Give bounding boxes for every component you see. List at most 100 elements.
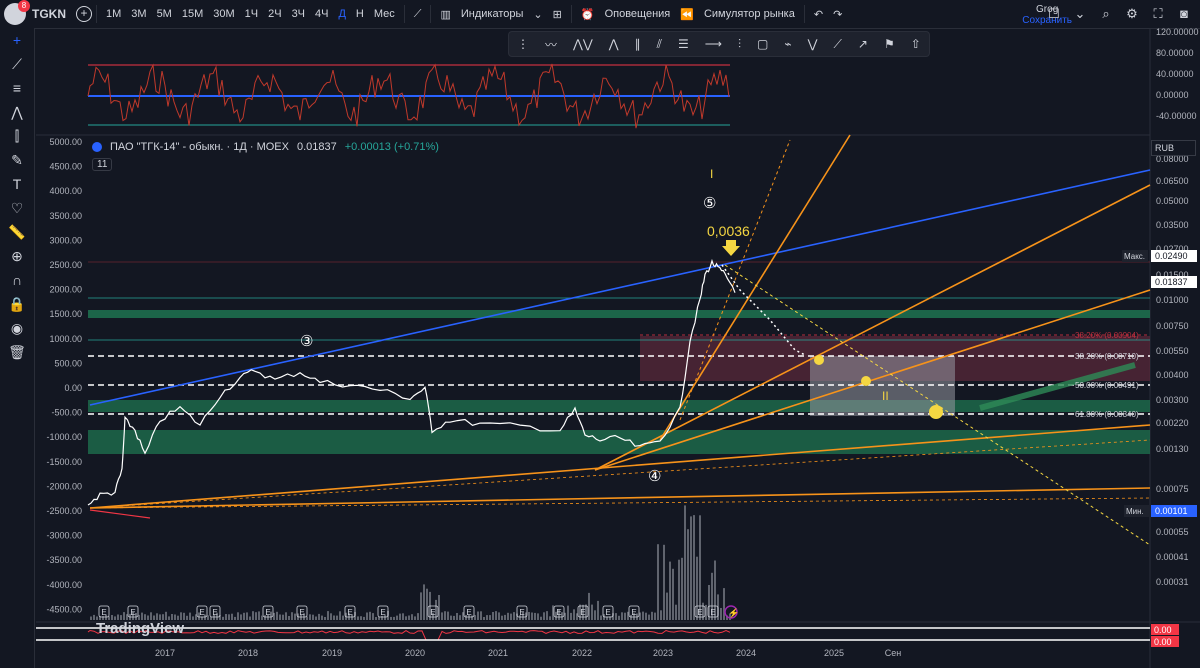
tf-month[interactable]: Мес bbox=[369, 8, 400, 20]
tf-1h[interactable]: 1Ч bbox=[240, 8, 263, 20]
volume-bar bbox=[366, 612, 368, 620]
fib-tool-icon[interactable]: ≡ bbox=[0, 76, 34, 100]
tf-3m[interactable]: 3М bbox=[126, 8, 151, 20]
volume-bar bbox=[621, 612, 623, 620]
volume-bar bbox=[603, 614, 605, 620]
fullscreen-icon[interactable]: ⛶ bbox=[1148, 4, 1168, 24]
last-price-tag: 0.01837 bbox=[1155, 277, 1188, 287]
fib-retracement-icon[interactable]: ☰ bbox=[678, 37, 689, 51]
tf-30m[interactable]: 30М bbox=[208, 8, 239, 20]
flag-icon[interactable]: ⚑ bbox=[884, 37, 895, 51]
heart-icon[interactable]: ♡ bbox=[0, 196, 34, 220]
elliott-wave-icon[interactable]: ⋀ bbox=[609, 37, 619, 51]
rectangle-icon[interactable]: ▢ bbox=[757, 37, 768, 51]
layouts-grid-icon[interactable]: ⊞ bbox=[548, 8, 567, 21]
earnings-marker-icon bbox=[127, 605, 139, 618]
earnings-glyph: E bbox=[265, 608, 270, 617]
settings-gear-icon[interactable]: ⚙ bbox=[1122, 4, 1142, 24]
tf-week[interactable]: Н bbox=[351, 8, 369, 20]
magnet-icon[interactable]: ∩ bbox=[0, 268, 34, 292]
tf-2h[interactable]: 2Ч bbox=[263, 8, 286, 20]
compare-plus-icon[interactable]: + bbox=[76, 6, 92, 22]
parallel-channel-icon[interactable]: ⫶ bbox=[738, 37, 741, 52]
undo-icon[interactable]: ↶ bbox=[809, 8, 828, 21]
alarm-clock-icon[interactable]: ⏰ bbox=[576, 8, 600, 21]
ruler-icon[interactable]: 📏 bbox=[0, 220, 34, 244]
volume-bar bbox=[231, 613, 233, 620]
horizontal-ray-icon[interactable]: ⟶ bbox=[705, 37, 722, 51]
earnings-glyph: E bbox=[380, 608, 385, 617]
indicators-icon[interactable]: ▥ bbox=[435, 8, 455, 21]
tf-1m[interactable]: 1М bbox=[101, 8, 126, 20]
wave-pattern-icon[interactable]: 〰 bbox=[545, 36, 557, 53]
volume-bar bbox=[561, 612, 563, 620]
zoom-in-icon[interactable]: ⊕ bbox=[0, 244, 34, 268]
pitchfork-icon[interactable]: ⫽ bbox=[657, 37, 662, 52]
volume-bar bbox=[270, 611, 272, 620]
chevron-down-icon[interactable]: ⌄ bbox=[1070, 4, 1090, 24]
volume-bar bbox=[351, 614, 353, 620]
right-axis-tick: 0.00041 bbox=[1156, 552, 1189, 562]
quick-search-icon[interactable]: ⌕ bbox=[1096, 4, 1116, 24]
path-icon[interactable]: ⌁ bbox=[784, 37, 791, 51]
forecast-icon[interactable]: ⫿ bbox=[0, 124, 34, 148]
currency-selector[interactable]: RUB bbox=[1151, 140, 1196, 156]
earnings-markers: EEEEEEEEEEEEEEEEE bbox=[98, 605, 719, 618]
max-value-tag: 0.02490 bbox=[1155, 251, 1188, 261]
volume-bar bbox=[708, 585, 710, 620]
replay-button[interactable]: Симулятор рынка bbox=[699, 8, 800, 20]
redo-icon[interactable]: ↷ bbox=[828, 8, 847, 21]
lock-icon[interactable]: 🔒 bbox=[0, 292, 34, 316]
earnings-marker-icon bbox=[577, 605, 589, 618]
volume-bar bbox=[504, 614, 506, 620]
volume-bar bbox=[321, 615, 323, 620]
tf-3h[interactable]: 3Ч bbox=[287, 8, 310, 20]
last-price-tag-bg bbox=[1151, 276, 1197, 288]
trash-icon[interactable]: 🗑 bbox=[0, 340, 34, 364]
pattern-icon[interactable]: ⋀ bbox=[0, 100, 34, 124]
chevron-down-icon[interactable]: ⌄ bbox=[528, 8, 547, 21]
volume-bar bbox=[693, 515, 695, 620]
min-value-tag: 0.00101 bbox=[1155, 506, 1188, 516]
volume-bar bbox=[267, 614, 269, 620]
avatar[interactable]: 8 bbox=[4, 0, 30, 25]
text-tool-icon[interactable]: T bbox=[0, 172, 34, 196]
volume-bar bbox=[237, 612, 239, 620]
volume-bar bbox=[243, 612, 245, 620]
legend-indicator-value[interactable]: 11 bbox=[92, 158, 113, 171]
indicators-button[interactable]: Индикаторы bbox=[456, 8, 529, 20]
brush-icon[interactable]: ✎ bbox=[0, 148, 34, 172]
symbol-ticker[interactable]: TGKN bbox=[32, 7, 66, 21]
volume-bar bbox=[225, 614, 227, 620]
arrow-up-icon[interactable]: ⇧ bbox=[911, 37, 921, 51]
orange-trendline bbox=[594, 184, 1151, 471]
volume-bar bbox=[216, 612, 218, 620]
crosshair-icon[interactable]: + bbox=[0, 28, 34, 52]
chart-type-line-icon[interactable]: ⟋ bbox=[409, 8, 427, 21]
trend-line-icon[interactable]: ⟋ bbox=[0, 52, 34, 76]
cycle-lines-icon[interactable]: ∥ bbox=[635, 37, 641, 51]
right-axis-tick: 0.01000 bbox=[1156, 295, 1189, 305]
replay-rewind-icon[interactable]: ⏪ bbox=[675, 8, 699, 21]
camera-icon[interactable]: ◙ bbox=[1174, 4, 1194, 24]
tf-15m[interactable]: 15М bbox=[177, 8, 208, 20]
tf-4h[interactable]: 4Ч bbox=[310, 8, 333, 20]
volume-bar bbox=[204, 614, 206, 620]
volume-bar bbox=[591, 604, 593, 620]
earnings-glyph: E bbox=[580, 608, 585, 617]
polyline-icon[interactable]: ⋁ bbox=[808, 37, 818, 51]
volume-bar bbox=[684, 505, 686, 620]
abcd-pattern-icon[interactable]: ⋀⋁ bbox=[573, 37, 593, 51]
ray-icon[interactable]: ⟋ bbox=[834, 37, 842, 52]
eye-icon[interactable]: ◉ bbox=[0, 316, 34, 340]
tf-5m[interactable]: 5М bbox=[152, 8, 177, 20]
tf-day[interactable]: Д bbox=[333, 8, 350, 20]
time-axis-tick: 2022 bbox=[572, 648, 592, 658]
arrow-icon[interactable]: ↗ bbox=[858, 37, 868, 51]
alerts-button[interactable]: Оповещения bbox=[600, 8, 676, 20]
layout-checkbox-icon[interactable]: ☐ bbox=[1044, 4, 1064, 24]
main-chart[interactable]: ③ ④ ⑤ I II 0,0036 38.20% (0.00904) 38.20… bbox=[0, 0, 1200, 668]
drag-handle-icon[interactable]: ⋮ bbox=[517, 37, 529, 51]
time-axis-tick: 2019 bbox=[322, 648, 342, 658]
symbol-title[interactable]: ПАО "ТГК-14" - обыкн. · 1Д · MOEX bbox=[110, 141, 289, 153]
